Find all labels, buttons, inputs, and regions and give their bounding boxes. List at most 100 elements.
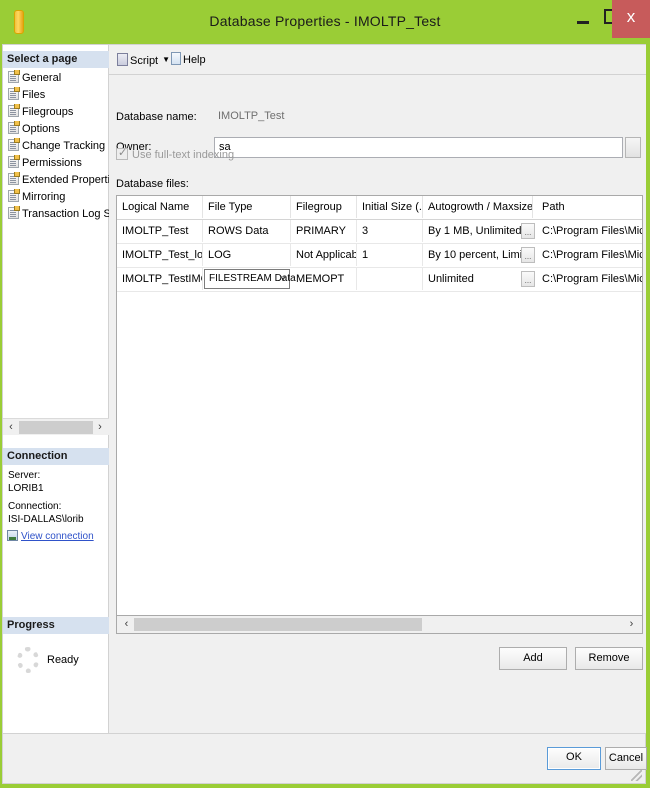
scrollbar-thumb[interactable] — [134, 618, 422, 631]
table-row[interactable]: IMOLTP_Test_log LOG Not Applicable 1 By … — [117, 244, 642, 268]
cell-filegroup[interactable]: MEMOPT — [291, 268, 357, 290]
database-files-label: Database files: — [116, 178, 189, 190]
view-connection-row[interactable]: View connection — [3, 530, 109, 542]
sidebar-item-general[interactable]: General — [3, 70, 109, 87]
sidebar-item-label: Options — [22, 123, 60, 135]
scroll-left-icon[interactable]: ‹ — [119, 617, 134, 632]
cell-file-type[interactable]: LOG — [203, 244, 291, 266]
view-connection-link[interactable]: View connection — [21, 531, 94, 542]
close-icon: x — [626, 7, 636, 26]
cell-path[interactable]: C:\Program Files\Microsoft SQ — [537, 220, 642, 242]
checkbox-icon[interactable] — [116, 146, 128, 160]
column-header-file-type[interactable]: File Type — [203, 196, 291, 218]
sidebar-item-label: Extended Properties — [22, 174, 109, 186]
page-icon — [8, 70, 20, 83]
minimize-button[interactable] — [571, 0, 597, 33]
fulltext-label: Use full-text indexing — [132, 149, 235, 161]
cell-logical-name[interactable]: IMOLTP_Test_log — [117, 244, 203, 266]
left-pane: Select a page General Files Filegroups O… — [3, 45, 109, 733]
sidebar-item-options[interactable]: Options — [3, 121, 109, 138]
sidebar-item-permissions[interactable]: Permissions — [3, 155, 109, 172]
add-button[interactable]: Add — [499, 647, 567, 670]
page-icon — [8, 121, 20, 134]
owner-browse-button[interactable] — [625, 137, 641, 158]
file-type-select[interactable]: FILESTREAM Data ∨ — [204, 269, 296, 289]
sidebar-item-change-tracking[interactable]: Change Tracking — [3, 138, 109, 155]
cell-path[interactable]: C:\Program Files\Microsoft SQ — [537, 268, 642, 290]
sidebar-item-extended-properties[interactable]: Extended Properties — [3, 172, 109, 189]
connection-header: Connection — [3, 448, 109, 465]
sidebar-item-label: Change Tracking — [22, 140, 106, 152]
sidebar-item-transaction-log-shipping[interactable]: Transaction Log Shipping — [3, 206, 109, 223]
help-button[interactable]: Help — [171, 51, 206, 69]
sidebar-item-filegroups[interactable]: Filegroups — [3, 104, 109, 121]
cell-initial-size[interactable]: 3 — [357, 220, 423, 242]
script-button[interactable]: Script ▼ — [117, 51, 170, 69]
cell-initial-size[interactable] — [357, 268, 423, 290]
chevron-down-icon[interactable]: ▼ — [162, 51, 170, 69]
resize-grip[interactable] — [631, 770, 642, 781]
chevron-down-icon[interactable]: ∨ — [280, 270, 286, 288]
sidebar-item-files[interactable]: Files — [3, 87, 109, 104]
cell-filegroup[interactable]: PRIMARY — [291, 220, 357, 242]
connection-icon — [7, 530, 18, 541]
owner-input[interactable]: sa — [214, 137, 623, 158]
ok-button[interactable]: OK — [547, 747, 601, 770]
column-header-logical-name[interactable]: Logical Name — [117, 196, 203, 218]
column-header-autogrowth[interactable]: Autogrowth / Maxsize — [423, 196, 533, 218]
table-row[interactable]: IMOLTP_Test ROWS Data PRIMARY 3 By 1 MB,… — [117, 220, 642, 244]
sidebar-item-label: General — [22, 72, 62, 84]
database-properties-window: Database Properties - IMOLTP_Test x Sele… — [0, 0, 650, 788]
database-name-row: Database name: IMOLTP_Test — [109, 107, 646, 129]
cell-file-type[interactable]: ROWS Data — [203, 220, 291, 242]
right-pane: Script ▼ Help Database name: IMOLTP_Test … — [109, 45, 646, 733]
cell-logical-name[interactable]: IMOLTP_Test — [117, 220, 203, 242]
progress-body: Ready — [3, 641, 109, 681]
cancel-button[interactable]: Cancel — [605, 747, 647, 770]
remove-button[interactable]: Remove — [575, 647, 643, 670]
window-title: Database Properties - IMOLTP_Test — [209, 13, 441, 29]
column-header-path[interactable]: Path — [537, 196, 642, 218]
page-icon — [8, 138, 20, 151]
autogrowth-ellipsis-button[interactable]: ... — [521, 271, 535, 287]
cell-filegroup[interactable]: Not Applicable — [291, 244, 357, 266]
server-label: Server: — [8, 470, 41, 481]
select-a-page-header: Select a page — [3, 51, 109, 68]
page-icon — [8, 104, 20, 117]
autogrowth-ellipsis-button[interactable]: ... — [521, 223, 535, 239]
grid-header-row: Logical Name File Type Filegroup Initial… — [117, 196, 642, 220]
connection-label: Connection: — [8, 501, 62, 512]
sidebar-item-mirroring[interactable]: Mirroring — [3, 189, 109, 206]
scrollbar-thumb[interactable] — [19, 421, 93, 434]
column-header-filegroup[interactable]: Filegroup — [291, 196, 357, 218]
connection-body: Server: LORIB1 Connection: ISI-DALLAS\lo… — [3, 469, 109, 542]
page-icon — [8, 189, 20, 202]
minimize-icon — [577, 21, 589, 24]
scroll-right-icon[interactable]: › — [624, 617, 639, 632]
grid-horizontal-scrollbar[interactable]: ‹ › — [116, 616, 643, 634]
cell-initial-size[interactable]: 1 — [357, 244, 423, 266]
server-value: LORIB1 — [8, 483, 44, 494]
script-icon — [117, 53, 128, 66]
database-files-grid[interactable]: Logical Name File Type Filegroup Initial… — [116, 195, 643, 616]
page-icon — [8, 87, 20, 100]
column-header-initial-size[interactable]: Initial Size (... — [357, 196, 423, 218]
close-button[interactable]: x — [612, 0, 650, 38]
title-bar: Database Properties - IMOLTP_Test x — [0, 0, 650, 44]
database-name-label: Database name: — [116, 111, 197, 123]
database-name-value: IMOLTP_Test — [214, 107, 638, 126]
fulltext-checkbox-row[interactable]: Use full-text indexing — [116, 146, 235, 164]
cell-autogrowth[interactable]: By 10 percent, Limite... — [423, 244, 533, 266]
sidebar-horizontal-scrollbar[interactable]: ‹ › — [3, 418, 109, 435]
cell-logical-name[interactable]: IMOLTP_TestIMO — [117, 268, 203, 290]
scroll-left-icon[interactable]: ‹ — [4, 420, 18, 435]
scroll-right-icon[interactable]: › — [93, 420, 107, 435]
autogrowth-ellipsis-button[interactable]: ... — [521, 247, 535, 263]
cell-autogrowth[interactable]: By 1 MB, Unlimited — [423, 220, 533, 242]
sidebar-item-label: Filegroups — [22, 106, 74, 118]
cell-autogrowth[interactable]: Unlimited — [423, 268, 533, 290]
table-row[interactable]: IMOLTP_TestIMO FILESTREAM Data ∨ MEMOPT … — [117, 268, 642, 292]
page-icon — [8, 172, 20, 185]
cell-path[interactable]: C:\Program Files\Microsoft SQ — [537, 244, 642, 266]
page-icon — [8, 155, 20, 168]
